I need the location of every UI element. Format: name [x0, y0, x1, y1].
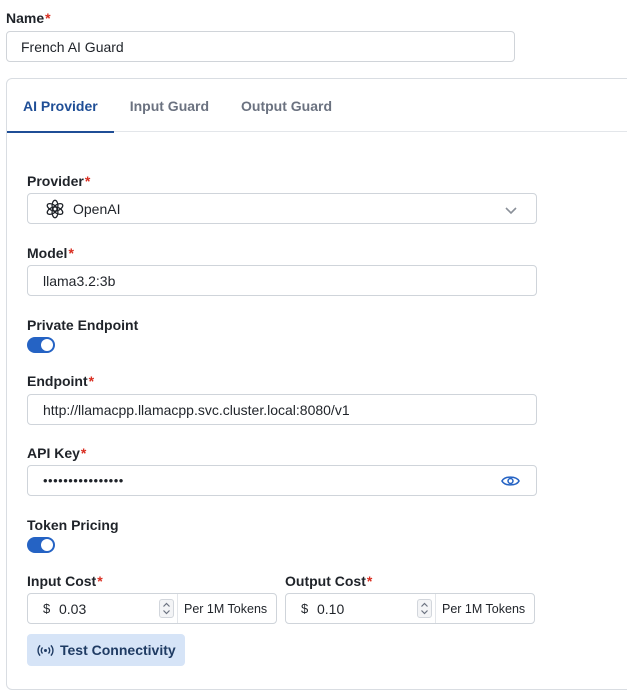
required-mark: *	[366, 573, 373, 589]
model-input-value: llama3.2:3b	[43, 272, 116, 289]
name-label: Name*	[6, 9, 51, 27]
required-mark: *	[68, 245, 74, 261]
name-label-text: Name	[6, 10, 45, 26]
private-endpoint-toggle[interactable]	[27, 337, 55, 353]
required-mark: *	[80, 445, 87, 461]
eye-icon[interactable]	[501, 474, 520, 491]
token-pricing-toggle[interactable]	[27, 537, 55, 553]
input-cost-label: Input Cost*	[27, 572, 103, 590]
private-endpoint-label: Private Endpoint	[27, 317, 139, 333]
required-mark: *	[45, 10, 51, 26]
input-cost-stepper[interactable]	[159, 599, 174, 618]
tab-output-guard[interactable]: Output Guard	[225, 79, 348, 132]
required-mark: *	[97, 573, 103, 589]
model-label-text: Model	[27, 245, 68, 261]
endpoint-input[interactable]: http://llamacpp.llamacpp.svc.cluster.loc…	[27, 394, 537, 425]
input-cost-field[interactable]: $ 0.03 Per 1M Tokens	[27, 593, 277, 624]
output-cost-label: Output Cost*	[285, 572, 372, 590]
tab-ai-provider[interactable]: AI Provider	[7, 79, 114, 133]
input-cost-value: 0.03	[59, 601, 87, 617]
name-input-value: French AI Guard	[21, 38, 124, 55]
api-key-input[interactable]: ••••••••••••••••	[27, 465, 537, 496]
required-mark: *	[84, 173, 91, 189]
field-divider	[177, 594, 178, 623]
model-label: Model*	[27, 244, 74, 262]
output-cost-label-text: Output Cost	[285, 573, 366, 589]
provider-label: Provider*	[27, 172, 90, 190]
api-key-label: API Key*	[27, 444, 86, 462]
api-key-masked-value: ••••••••••••••••	[43, 473, 124, 488]
toggle-knob	[41, 539, 53, 551]
name-input[interactable]: French AI Guard	[6, 31, 515, 62]
output-cost-unit: Per 1M Tokens	[442, 602, 526, 616]
currency-prefix: $	[301, 601, 309, 616]
provider-select[interactable]: OpenAI	[27, 193, 537, 224]
provider-selected-value: OpenAI	[73, 200, 121, 217]
endpoint-input-value: http://llamacpp.llamacpp.svc.cluster.loc…	[43, 401, 350, 418]
chevron-down-icon	[504, 203, 518, 219]
endpoint-label-text: Endpoint	[27, 373, 88, 389]
endpoint-label: Endpoint*	[27, 372, 94, 390]
toggle-knob	[41, 339, 53, 351]
model-input[interactable]: llama3.2:3b	[27, 265, 537, 296]
openai-logo-icon	[44, 198, 66, 220]
test-connectivity-label: Test Connectivity	[60, 642, 176, 658]
output-cost-stepper[interactable]	[417, 599, 432, 618]
input-cost-unit: Per 1M Tokens	[184, 602, 268, 616]
output-cost-value: 0.10	[317, 601, 345, 617]
token-pricing-label: Token Pricing	[27, 517, 119, 533]
api-key-label-text: API Key	[27, 445, 80, 461]
ai-guard-config-card: AI Provider Input Guard Output Guard Pro…	[6, 78, 627, 690]
test-connectivity-button[interactable]: Test Connectivity	[27, 634, 185, 666]
broadcast-icon	[37, 644, 54, 657]
output-cost-field[interactable]: $ 0.10 Per 1M Tokens	[285, 593, 535, 624]
currency-prefix: $	[43, 601, 51, 616]
tab-input-guard[interactable]: Input Guard	[114, 79, 225, 132]
field-divider	[435, 594, 436, 623]
input-cost-label-text: Input Cost	[27, 573, 97, 589]
tab-bar: AI Provider Input Guard Output Guard	[7, 79, 627, 133]
provider-label-text: Provider	[27, 173, 84, 189]
required-mark: *	[88, 373, 95, 389]
